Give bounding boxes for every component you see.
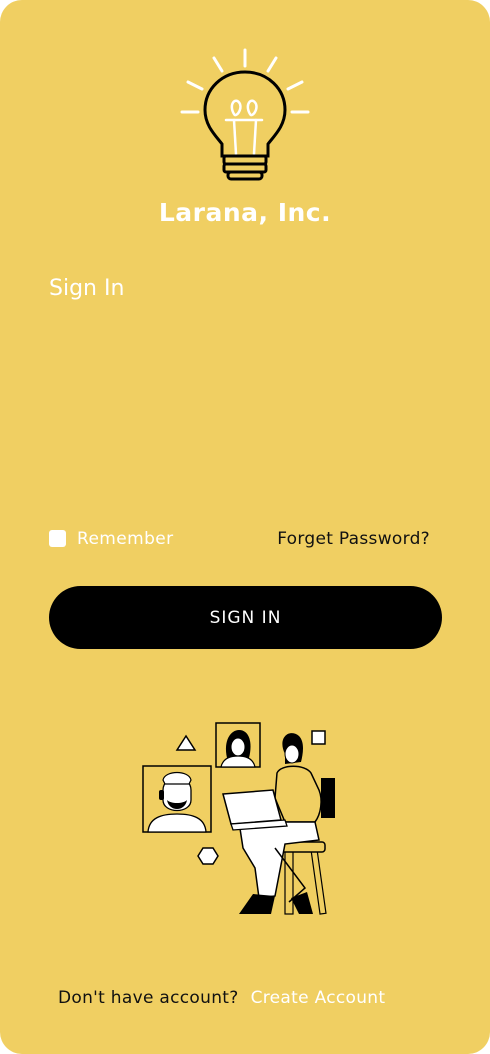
credentials-area — [49, 318, 442, 508]
remember-checkbox[interactable] — [49, 530, 66, 547]
no-account-text: Don't have account? — [58, 988, 239, 1008]
forgot-password-link[interactable]: Forget Password? — [277, 529, 430, 549]
remember-row: Remember Forget Password? — [49, 528, 442, 552]
footer: Don't have account? Create Account — [58, 988, 438, 1012]
remember-label: Remember — [77, 529, 174, 549]
page-title: Sign In — [49, 276, 125, 301]
lightbulb-icon — [180, 48, 310, 181]
sign-in-screen: Larana, Inc. Sign In Remember Forget Pas… — [0, 0, 490, 1054]
remote-meeting-illustration — [142, 722, 335, 915]
sign-in-button[interactable]: SIGN IN — [49, 586, 442, 649]
brand-name: Larana, Inc. — [158, 198, 332, 227]
create-account-link[interactable]: Create Account — [251, 988, 386, 1008]
